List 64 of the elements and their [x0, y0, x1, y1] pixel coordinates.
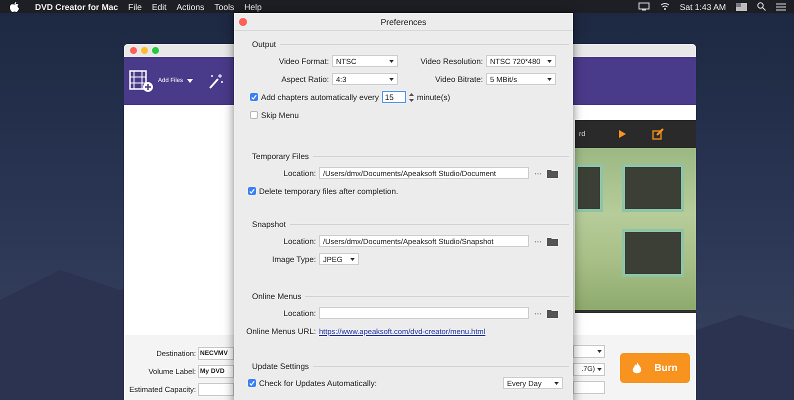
input-field[interactable] [319, 307, 529, 319]
section-title: Snapshot [251, 220, 286, 228]
wifi-icon[interactable] [660, 2, 670, 11]
caret-icon [597, 350, 602, 353]
menu-item[interactable]: File [128, 2, 142, 12]
stepper-icon[interactable] [408, 92, 414, 102]
field-label: Location: [282, 236, 316, 246]
checkbox-label: Delete temporary files after completion. [259, 186, 398, 196]
section-title: Online Menus [251, 292, 302, 300]
caret-icon [547, 60, 552, 62]
caret-icon [597, 368, 602, 371]
flag-icon[interactable] [736, 2, 747, 10]
dialog-title: Preferences [380, 16, 428, 26]
film-add-icon [128, 69, 154, 93]
menu-item[interactable]: Help [244, 2, 262, 12]
play-icon[interactable] [619, 130, 626, 138]
checkbox[interactable] [248, 187, 256, 195]
field-label: Image Type: [271, 254, 316, 264]
folder-icon[interactable] [547, 308, 558, 318]
field-label: Location: [282, 308, 316, 318]
folder-icon[interactable] [547, 168, 558, 178]
flame-icon [632, 362, 642, 374]
caret-icon [350, 258, 355, 260]
caret-icon [547, 78, 552, 80]
number-field[interactable]: 15 [382, 91, 406, 103]
display-icon[interactable] [638, 2, 650, 11]
section-title: Output [251, 40, 276, 48]
menubar-clock[interactable]: Sat 1:43 AM [680, 2, 726, 12]
section-title: Update Settings [251, 362, 309, 370]
field-label: Online Menus URL: [245, 326, 316, 336]
checkbox[interactable] [250, 93, 258, 101]
field-label: Video Resolution: [419, 56, 483, 66]
caret-icon [554, 382, 559, 384]
apple-icon[interactable] [10, 2, 19, 12]
checkbox[interactable] [250, 111, 258, 119]
field-label: Video Bitrate: [434, 74, 483, 84]
input-field[interactable] [573, 381, 605, 394]
field-label: Video Format: [278, 56, 329, 66]
close-button[interactable] [239, 18, 247, 26]
checkbox-label: Skip Menu [261, 110, 299, 120]
app-menu[interactable]: DVD Creator for Mac [35, 2, 118, 12]
caret-icon [389, 60, 394, 62]
browse-button[interactable]: ··· [532, 308, 544, 318]
input-field[interactable] [198, 383, 234, 396]
folder-icon[interactable] [547, 236, 558, 246]
caret-icon [187, 79, 194, 83]
browse-button[interactable]: ··· [532, 168, 544, 178]
caret-icon [389, 78, 394, 80]
field-label: Location: [282, 168, 316, 178]
section-title: Temporary Files [251, 152, 309, 160]
field-label: Aspect Ratio: [280, 74, 329, 84]
unit-label: minute(s) [416, 92, 450, 102]
browse-button[interactable]: ··· [532, 236, 544, 246]
menu-item[interactable]: Tools [214, 2, 234, 12]
search-icon[interactable] [757, 2, 766, 11]
list-icon[interactable] [776, 2, 786, 10]
checkbox-label: Check for Updates Automatically: [259, 378, 377, 388]
dropdown[interactable] [573, 345, 605, 358]
checkbox-label: Add chapters automatically every [261, 92, 379, 102]
magic-wand-icon[interactable] [207, 72, 226, 90]
checkbox[interactable] [248, 379, 256, 387]
menu-item[interactable]: Actions [176, 2, 204, 12]
menu-item[interactable]: Edit [152, 2, 166, 12]
edit-icon[interactable] [652, 128, 664, 140]
